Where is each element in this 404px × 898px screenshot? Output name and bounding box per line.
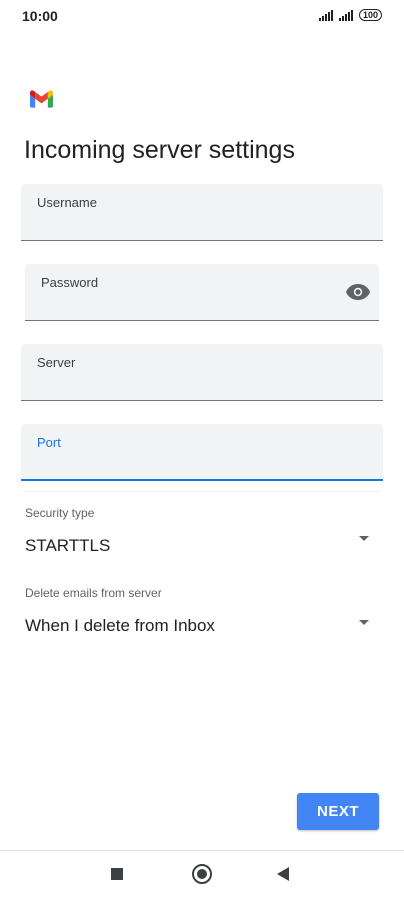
server-field[interactable]: Server bbox=[21, 344, 383, 401]
status-icons: 100 bbox=[318, 9, 382, 21]
port-label: Port bbox=[37, 435, 61, 450]
delete-emails-label: Delete emails from server bbox=[25, 586, 162, 600]
status-time: 10:00 bbox=[22, 8, 58, 24]
port-field[interactable]: Port bbox=[21, 424, 383, 481]
divider bbox=[24, 491, 380, 492]
username-field[interactable]: Username bbox=[21, 184, 383, 241]
next-button[interactable]: NEXT bbox=[297, 793, 379, 830]
username-label: Username bbox=[37, 195, 97, 210]
password-field[interactable]: Password bbox=[25, 264, 379, 321]
dropdown-arrow-icon bbox=[359, 620, 369, 625]
security-type-value: STARTTLS bbox=[25, 536, 111, 555]
delete-emails-select[interactable]: When I delete from Inbox bbox=[25, 610, 379, 642]
back-triangle-icon[interactable] bbox=[277, 867, 289, 881]
security-type-select[interactable]: STARTTLS bbox=[25, 530, 379, 562]
home-circle-icon[interactable] bbox=[192, 864, 212, 884]
delete-emails-value: When I delete from Inbox bbox=[25, 616, 215, 635]
recents-square-icon[interactable] bbox=[111, 868, 123, 880]
signal-icon bbox=[318, 9, 333, 21]
dropdown-arrow-icon bbox=[359, 536, 369, 541]
password-label: Password bbox=[41, 275, 99, 290]
page-title: Incoming server settings bbox=[24, 136, 295, 164]
security-type-label: Security type bbox=[25, 506, 95, 520]
server-label: Server bbox=[37, 355, 76, 370]
gmail-logo bbox=[30, 90, 53, 108]
signal-icon bbox=[338, 9, 353, 21]
battery-icon: 100 bbox=[358, 9, 382, 21]
show-password-eye-icon[interactable] bbox=[346, 284, 370, 300]
